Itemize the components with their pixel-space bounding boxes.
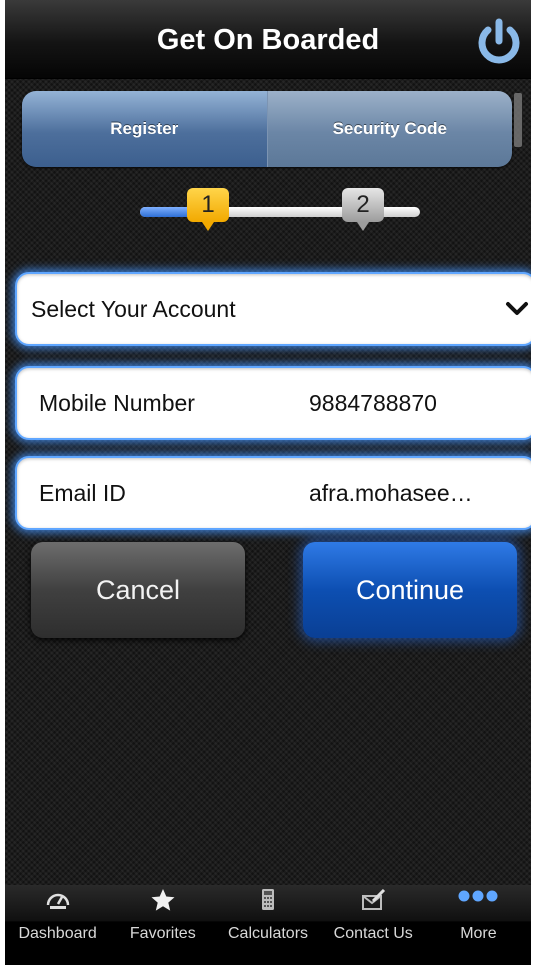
mobile-number-label: Mobile Number — [39, 390, 195, 416]
tab-dashboard[interactable]: Dashboard — [5, 885, 110, 965]
scrollbar[interactable] — [514, 93, 522, 147]
email-field[interactable]: Email ID afra.mohasee… — [15, 456, 531, 530]
tab-favorites[interactable]: Favorites — [110, 885, 215, 965]
mobile-number-value: 9884788870 — [309, 390, 437, 416]
email-value: afra.mohasee… — [309, 480, 473, 506]
tab-more[interactable]: More — [426, 885, 531, 965]
tab-dashboard-label: Dashboard — [18, 925, 97, 942]
tab-calculators[interactable]: Calculators — [215, 885, 320, 965]
tab-register[interactable]: Register — [22, 91, 267, 167]
email-label: Email ID — [39, 480, 126, 506]
speedometer-icon — [46, 893, 69, 909]
tab-calculators-label: Calculators — [227, 925, 309, 942]
tab-more-label: More — [460, 925, 497, 942]
header-bar: Get On Boarded — [5, 0, 531, 79]
power-icon[interactable] — [473, 16, 525, 68]
account-select[interactable]: Select Your Account — [15, 272, 531, 346]
app-screen: Get On Boarded Register Security Code 1 … — [5, 0, 531, 965]
tab-favorites-label: Favorites — [129, 925, 196, 942]
progress-stepper: 1 2 — [140, 188, 425, 236]
star-icon — [151, 889, 175, 911]
mobile-number-field[interactable]: Mobile Number 9884788870 — [15, 366, 531, 440]
step-2-badge: 2 — [342, 188, 384, 231]
tab-security-code[interactable]: Security Code — [266, 91, 512, 167]
tab-contact-us[interactable]: Contact Us — [321, 885, 426, 965]
chevron-down-icon — [506, 302, 528, 315]
step-1-badge: 1 — [187, 188, 229, 231]
tab-contact-us-label: Contact Us — [333, 925, 413, 942]
segmented-control: Register Security Code — [22, 91, 512, 167]
continue-button[interactable]: Continue — [303, 542, 517, 638]
page-title: Get On Boarded — [156, 24, 380, 56]
content-area: Register Security Code 1 2 Select Your A… — [5, 79, 531, 885]
tab-bar: Dashboard Favorites Calculators Contact … — [5, 885, 531, 965]
more-dots-icon — [458, 890, 498, 902]
calculator-icon — [262, 889, 274, 910]
cancel-button[interactable]: Cancel — [31, 542, 245, 638]
account-select-value: Select Your Account — [31, 296, 236, 322]
envelope-pen-icon — [362, 888, 386, 910]
